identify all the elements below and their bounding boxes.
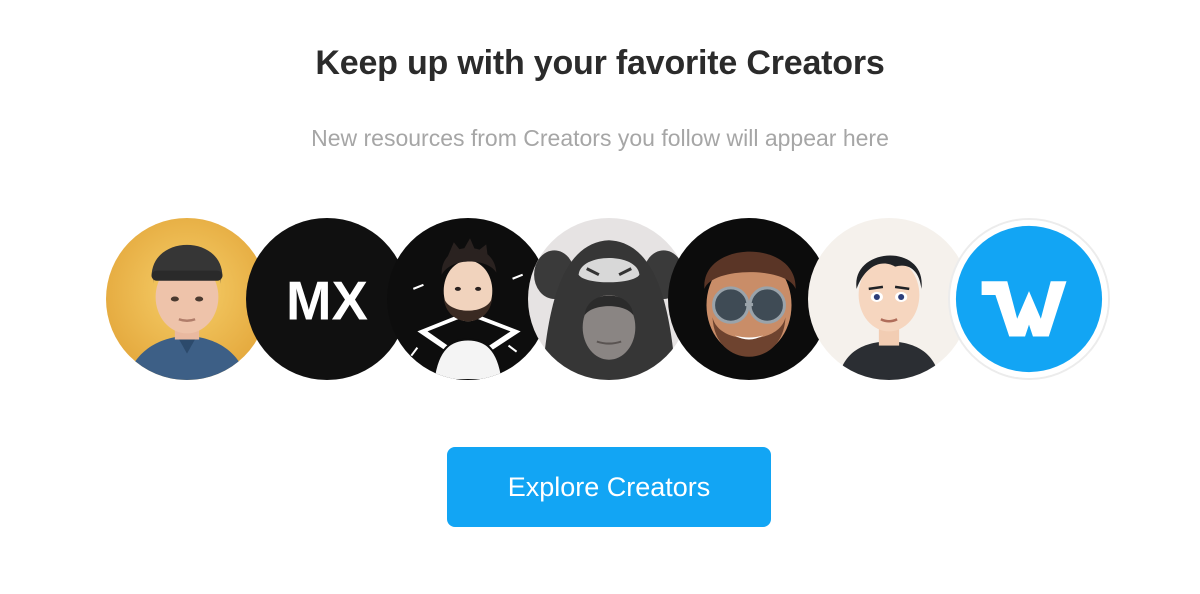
page-title: Keep up with your favorite Creators — [315, 44, 885, 82]
explore-creators-button[interactable]: Explore Creators — [447, 447, 771, 527]
creator-avatars: MX — [0, 218, 1200, 384]
mx-logo-text: MX — [286, 270, 368, 331]
mx-logo-icon: MX — [246, 218, 408, 380]
creator-avatar-5[interactable] — [668, 218, 830, 380]
photo-hooded-gorilla-icon — [528, 218, 690, 380]
w-logo-icon — [950, 220, 1108, 378]
cartoon-man-icon — [808, 218, 970, 380]
memoji-sunglasses-icon — [668, 218, 830, 380]
photo-man-beanie-icon — [106, 218, 268, 380]
creators-empty-state: Keep up with your favorite Creators New … — [0, 0, 1200, 594]
creator-avatar-4[interactable] — [528, 218, 690, 380]
page-subtitle: New resources from Creators you follow w… — [311, 125, 889, 151]
creator-avatar-3[interactable] — [387, 218, 549, 380]
creator-avatar-2[interactable]: MX — [246, 218, 408, 380]
creator-avatar-1[interactable] — [106, 218, 268, 380]
creator-avatar-7[interactable] — [948, 218, 1110, 380]
illustrated-bearded-man-icon — [387, 218, 549, 380]
creator-avatar-6[interactable] — [808, 218, 970, 380]
